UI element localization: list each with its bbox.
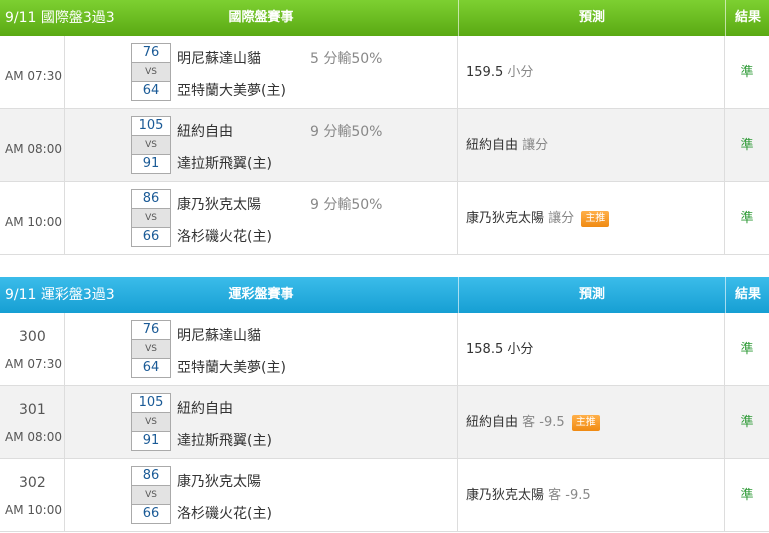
match-row: AM 08:00 105 VS 91 紐約自由 達拉斯飛翼(主) 9 分輸50%… [0,109,769,182]
home-score: 91 [131,431,171,451]
vs-label: VS [131,486,171,504]
match-row: 301 AM 08:00 105 VS 91 紐約自由 達拉斯飛翼(主) 紐約自… [0,386,769,459]
scoreboard: 76 VS 64 [131,320,171,378]
prediction-pick: 康乃狄克太陽 [466,211,545,226]
scoreboard: 86 VS 66 [131,189,171,247]
scoreboard: 86 VS 66 [131,466,171,524]
prediction-pick: 158.5 [466,342,504,357]
prediction: 紐約自由 讓分 [466,109,548,182]
vs-label: VS [131,413,171,431]
match-time: AM 08:00 [5,430,62,444]
result-status: 準 [740,211,754,226]
handicap-result: 5 分輸50% [310,51,383,67]
prediction: 康乃狄克太陽 讓分 主推 [466,182,610,255]
handicap-result: 9 分輸50% [310,197,383,213]
prediction: 159.5 小分 [466,36,533,109]
handicap-result: 9 分輸50% [310,124,383,140]
prediction-header: 預測 [458,277,725,313]
match-row: AM 07:30 76 VS 64 明尼蘇達山貓 亞特蘭大美夢(主) 5 分輸5… [0,36,769,109]
international-header: 9/11 國際盤3過3 國際盤賽事 預測 結果 [0,0,769,36]
match-row: AM 10:00 86 VS 66 康乃狄克太陽 洛杉磯火花(主) 9 分輸50… [0,182,769,255]
prediction: 康乃狄克太陽 客 -9.5 [466,459,591,532]
result-status: 準 [740,342,754,357]
away-score: 105 [131,393,171,413]
prediction-type: 讓分 [548,211,575,226]
match-row: 300 AM 07:30 76 VS 64 明尼蘇達山貓 亞特蘭大美夢(主) 1… [0,313,769,386]
home-score: 64 [131,81,171,101]
prediction-type: 讓分 [522,138,549,153]
vs-label: VS [131,209,171,227]
events-header: 運彩盤賽事 [228,287,294,302]
home-team[interactable]: 洛杉磯火花(主) [177,503,272,523]
events-header: 國際盤賽事 [228,10,294,25]
away-score: 105 [131,116,171,136]
home-team[interactable]: 達拉斯飛翼(主) [177,153,272,173]
prediction: 紐約自由 客 -9.5 主推 [466,386,600,459]
home-team[interactable]: 亞特蘭大美夢(主) [177,80,286,100]
away-score: 76 [131,43,171,63]
vs-label: VS [131,63,171,81]
match-time: AM 10:00 [5,503,62,517]
featured-pick-badge: 主推 [571,414,600,431]
result-header: 結果 [725,277,769,313]
away-score: 86 [131,466,171,486]
home-score: 91 [131,154,171,174]
vs-label: VS [131,340,171,358]
match-number: 302 [19,475,46,491]
home-score: 66 [131,504,171,524]
match-time: AM 07:30 [5,357,62,371]
prediction-pick: 159.5 [466,65,504,80]
match-time: AM 07:30 [5,69,62,83]
prediction-pick: 康乃狄克太陽 [466,488,545,503]
result-status: 準 [740,488,754,503]
international-section: 9/11 國際盤3過3 國際盤賽事 預測 結果 AM 07:30 76 VS 6… [0,0,769,255]
match-row: 302 AM 10:00 86 VS 66 康乃狄克太陽 洛杉磯火花(主) 康乃… [0,459,769,532]
match-number: 301 [19,402,46,418]
result-status: 準 [740,415,754,430]
home-score: 66 [131,227,171,247]
result-status: 準 [740,138,754,153]
scoreboard: 76 VS 64 [131,43,171,101]
home-team[interactable]: 亞特蘭大美夢(主) [177,357,286,377]
prediction-type: 小分 [507,65,534,80]
result-status: 準 [740,65,754,80]
home-team[interactable]: 洛杉磯火花(主) [177,226,272,246]
scoreboard: 105 VS 91 [131,393,171,451]
away-team[interactable]: 康乃狄克太陽 [177,194,261,214]
away-score: 86 [131,189,171,209]
featured-pick-badge: 主推 [581,210,610,227]
away-team[interactable]: 明尼蘇達山貓 [177,325,261,345]
prediction-type: 客 -9.5 [548,488,591,503]
home-team[interactable]: 達拉斯飛翼(主) [177,430,272,450]
scoreboard: 105 VS 91 [131,116,171,174]
away-team[interactable]: 紐約自由 [177,121,233,141]
away-score: 76 [131,320,171,340]
sports-lottery-section: 9/11 運彩盤3過3 運彩盤賽事 預測 結果 300 AM 07:30 76 … [0,277,769,532]
prediction-type: 小分 [507,342,534,357]
match-time: AM 08:00 [5,142,62,156]
prediction-pick: 紐約自由 [466,138,519,153]
away-team[interactable]: 明尼蘇達山貓 [177,48,261,68]
prediction-header: 預測 [458,0,725,36]
prediction: 158.5 小分 [466,313,533,386]
prediction-type: 客 -9.5 [522,415,565,430]
result-header: 結果 [725,0,769,36]
match-time: AM 10:00 [5,215,62,229]
away-team[interactable]: 紐約自由 [177,398,233,418]
away-team[interactable]: 康乃狄克太陽 [177,471,261,491]
prediction-pick: 紐約自由 [466,415,519,430]
sports-lottery-header: 9/11 運彩盤3過3 運彩盤賽事 預測 結果 [0,277,769,313]
vs-label: VS [131,136,171,154]
match-number: 300 [19,329,46,345]
home-score: 64 [131,358,171,378]
